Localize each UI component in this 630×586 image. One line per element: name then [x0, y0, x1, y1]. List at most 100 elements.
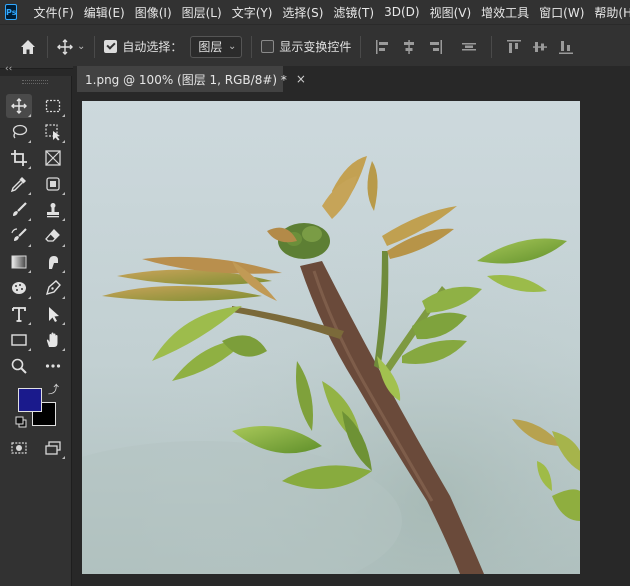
history-brush-icon: [11, 228, 27, 241]
zoom-tool[interactable]: [6, 354, 32, 378]
menu-plugins[interactable]: 增效工具: [476, 4, 534, 21]
menu-select[interactable]: 选择(S): [277, 4, 328, 21]
menu-type[interactable]: 文字(Y): [227, 4, 278, 21]
show-transform-checkbox[interactable]: [261, 40, 275, 53]
eraser-tool[interactable]: [40, 224, 66, 248]
history-brush-tool[interactable]: [6, 224, 32, 248]
panel-grip[interactable]: [22, 80, 48, 84]
default-colors-icon[interactable]: [15, 416, 27, 428]
align-top-icon[interactable]: [506, 39, 522, 55]
sponge-tool[interactable]: [6, 276, 32, 300]
brush-tool[interactable]: [6, 198, 32, 222]
auto-select-label: 自动选择：: [122, 40, 183, 54]
lasso-icon: [12, 124, 28, 139]
menu-file[interactable]: 文件(F): [28, 4, 78, 21]
separator: [251, 35, 253, 58]
pen-tool[interactable]: [40, 276, 66, 300]
align-group-horizontal: [370, 39, 448, 55]
quick-mask-icon: [11, 442, 27, 454]
home-button[interactable]: [18, 37, 38, 57]
canvas-area[interactable]: [73, 92, 630, 586]
move-tool-preset[interactable]: ⌄: [57, 38, 86, 55]
eyedropper-tool[interactable]: [6, 172, 32, 196]
align-bottom-icon[interactable]: [558, 39, 574, 55]
gradient-tool[interactable]: [6, 250, 32, 274]
finger-icon: [49, 256, 58, 269]
move-tool[interactable]: [6, 94, 32, 118]
menu-bar: Ps 文件(F) 编辑(E) 图像(I) 图层(L) 文字(Y) 选择(S) 滤…: [0, 0, 630, 24]
quick-mask-button[interactable]: [6, 436, 32, 460]
tools-panel: ⤴: [0, 76, 72, 586]
hand-icon: [46, 332, 58, 347]
photoshop-logo-icon[interactable]: Ps: [5, 4, 18, 20]
lasso-tool[interactable]: [6, 120, 32, 144]
magnifier-icon: [11, 358, 27, 374]
rectangle-tool[interactable]: [6, 328, 32, 352]
chevron-down-icon: ⌄: [77, 41, 86, 52]
move-icon: [11, 98, 27, 114]
distribute-group: [456, 39, 482, 55]
separator: [47, 35, 48, 58]
align-left-icon[interactable]: [375, 39, 391, 55]
photoshop-window: Ps 文件(F) 编辑(E) 图像(I) 图层(L) 文字(Y) 选择(S) 滤…: [0, 0, 630, 586]
frame-tool[interactable]: [40, 146, 66, 170]
show-transform-label: 显示变换控件: [279, 40, 352, 54]
more-tools-button[interactable]: [40, 354, 66, 378]
auto-select-checkbox[interactable]: [104, 40, 118, 53]
menu-3d[interactable]: 3D(D): [379, 5, 424, 19]
eyedropper-icon: [10, 177, 26, 193]
gradient-icon: [11, 255, 27, 269]
pen-icon: [45, 280, 61, 296]
bandage-icon: [46, 177, 60, 191]
panel-collapse-button[interactable]: ‹‹: [0, 62, 72, 76]
path-select-tool[interactable]: [40, 302, 66, 326]
menu-filter[interactable]: 滤镜(T): [328, 4, 379, 21]
align-vertical-center-icon[interactable]: [532, 39, 548, 55]
align-horizontal-center-icon[interactable]: [401, 39, 417, 55]
spot-healing-tool[interactable]: [40, 172, 66, 196]
clone-stamp-tool[interactable]: [40, 198, 66, 222]
smudge-tool[interactable]: [40, 250, 66, 274]
crop-tool[interactable]: [6, 146, 32, 170]
menu-image[interactable]: 图像(I): [130, 4, 177, 21]
menu-view[interactable]: 视图(V): [425, 4, 477, 21]
menu-edit[interactable]: 编辑(E): [79, 4, 130, 21]
auto-select-value: 图层: [198, 40, 223, 54]
separator: [491, 35, 493, 58]
document-tab-title: 1.png @ 100% (图层 1, RGB/8#) *: [85, 72, 287, 87]
ellipsis-icon: [45, 364, 61, 368]
brush-icon: [13, 202, 27, 216]
type-tool[interactable]: [6, 302, 32, 326]
close-icon[interactable]: ×: [296, 72, 306, 86]
chevron-down-icon: ⌄: [228, 41, 237, 52]
crop-icon: [11, 150, 27, 166]
separator: [360, 35, 362, 58]
auto-select-dropdown[interactable]: 图层 ⌄: [190, 35, 243, 58]
menu-window[interactable]: 窗口(W): [534, 4, 589, 21]
sponge-icon: [12, 282, 26, 294]
menu-help[interactable]: 帮助(H): [589, 4, 630, 21]
align-right-icon[interactable]: [427, 39, 443, 55]
plant-photo: [82, 101, 580, 574]
swap-colors-icon[interactable]: ⤴: [48, 384, 60, 396]
marquee-tool[interactable]: [40, 94, 66, 118]
object-selection-icon: [45, 124, 60, 141]
screen-mode-button[interactable]: [40, 436, 66, 460]
separator: [94, 35, 96, 58]
document-tab[interactable]: 1.png @ 100% (图层 1, RGB/8#) * ×: [77, 66, 306, 92]
eraser-icon: [45, 229, 60, 242]
foreground-color-swatch[interactable]: [18, 388, 42, 412]
document-canvas-image[interactable]: [82, 101, 580, 574]
distribute-horizontal-icon[interactable]: [461, 39, 477, 55]
frame-icon: [45, 150, 61, 166]
options-bar: ⌄ 自动选择： 图层 ⌄ 显示变换控件: [0, 24, 630, 69]
menu-layer[interactable]: 图层(L): [177, 4, 227, 21]
arrow-pointer-icon: [49, 307, 59, 322]
object-select-tool[interactable]: [40, 120, 66, 144]
hand-tool[interactable]: [40, 328, 66, 352]
document-tab-bar: 1.png @ 100% (图层 1, RGB/8#) * ×: [73, 66, 630, 92]
stamp-icon: [47, 203, 59, 218]
home-icon: [21, 39, 35, 54]
move-icon: [57, 38, 73, 55]
rectangle-shape-icon: [11, 334, 27, 346]
